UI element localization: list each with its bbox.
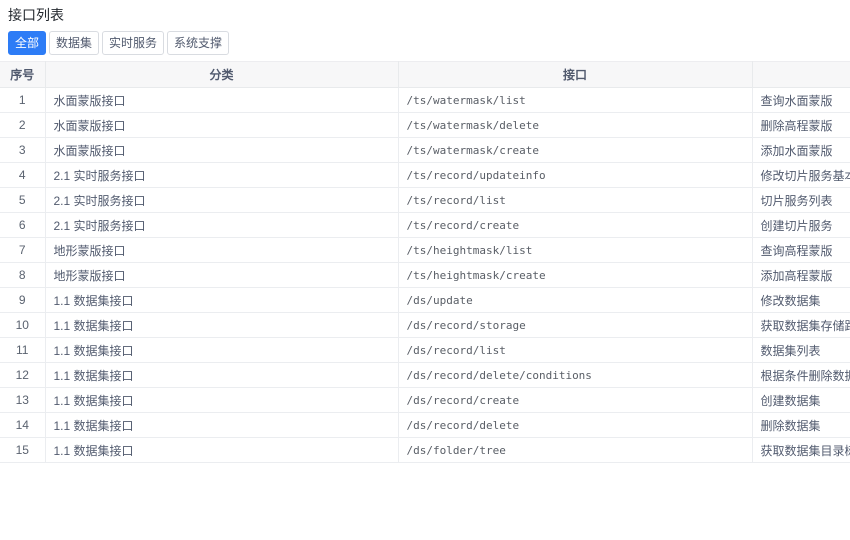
row-number-cell: 5 [0,188,45,213]
category-cell: 1.1 数据集接口 [45,313,398,338]
table-header-row: 序号分类接口 [0,62,850,88]
description-cell: 删除数据集 [752,413,850,438]
description-cell: 添加水面蒙版 [752,138,850,163]
path-cell: /ts/record/list [398,188,752,213]
category-cell: 2.1 实时服务接口 [45,213,398,238]
api-list-page: 接口列表 全部数据集实时服务系统支撑 序号分类接口 1水面蒙版接口/ts/wat… [0,0,850,540]
path-cell: /ts/heightmask/list [398,238,752,263]
description-cell: 切片服务列表 [752,188,850,213]
category-cell: 地形蒙版接口 [45,263,398,288]
description-cell: 修改数据集 [752,288,850,313]
row-number-cell: 3 [0,138,45,163]
row-number-cell: 8 [0,263,45,288]
category-cell: 1.1 数据集接口 [45,438,398,463]
path-cell: /ds/record/delete/conditions [398,363,752,388]
table-row: 151.1 数据集接口/ds/folder/tree获取数据集目录树 [0,438,850,463]
category-cell: 1.1 数据集接口 [45,413,398,438]
path-cell: /ds/record/create [398,388,752,413]
category-cell: 1.1 数据集接口 [45,288,398,313]
path-cell: /ds/record/delete [398,413,752,438]
category-cell: 水面蒙版接口 [45,138,398,163]
tab-bar: 全部数据集实时服务系统支撑 [8,31,229,55]
description-cell: 查询水面蒙版 [752,88,850,113]
path-cell: /ts/watermask/list [398,88,752,113]
path-cell: /ds/record/storage [398,313,752,338]
category-cell: 2.1 实时服务接口 [45,163,398,188]
path-cell: /ts/record/create [398,213,752,238]
table-row: 91.1 数据集接口/ds/update修改数据集 [0,288,850,313]
row-number-cell: 11 [0,338,45,363]
table-row: 52.1 实时服务接口/ts/record/list切片服务列表 [0,188,850,213]
table-row: 42.1 实时服务接口/ts/record/updateinfo修改切片服务基本… [0,163,850,188]
column-header-2: 接口 [398,62,752,88]
row-number-cell: 14 [0,413,45,438]
row-number-cell: 6 [0,213,45,238]
table-row: 7地形蒙版接口/ts/heightmask/list查询高程蒙版 [0,238,850,263]
tab-dataset[interactable]: 数据集 [49,31,99,55]
row-number-cell: 13 [0,388,45,413]
category-cell: 1.1 数据集接口 [45,363,398,388]
category-cell: 1.1 数据集接口 [45,388,398,413]
description-cell: 添加高程蒙版 [752,263,850,288]
tab-realtime[interactable]: 实时服务 [102,31,164,55]
description-cell: 根据条件删除数据集 [752,363,850,388]
tab-all[interactable]: 全部 [8,31,46,55]
category-cell: 水面蒙版接口 [45,88,398,113]
description-cell: 创建数据集 [752,388,850,413]
table-row: 1水面蒙版接口/ts/watermask/list查询水面蒙版 [0,88,850,113]
row-number-cell: 15 [0,438,45,463]
description-cell: 获取数据集存储路径 [752,313,850,338]
category-cell: 地形蒙版接口 [45,238,398,263]
path-cell: /ts/watermask/delete [398,113,752,138]
category-cell: 1.1 数据集接口 [45,338,398,363]
table-row: 8地形蒙版接口/ts/heightmask/create添加高程蒙版 [0,263,850,288]
page-title: 接口列表 [8,7,64,23]
path-cell: /ds/update [398,288,752,313]
description-cell: 修改切片服务基本信息 [752,163,850,188]
table-row: 111.1 数据集接口/ds/record/list数据集列表 [0,338,850,363]
table-row: 121.1 数据集接口/ds/record/delete/conditions根… [0,363,850,388]
category-cell: 2.1 实时服务接口 [45,188,398,213]
row-number-cell: 9 [0,288,45,313]
description-cell: 查询高程蒙版 [752,238,850,263]
row-number-cell: 1 [0,88,45,113]
description-cell: 获取数据集目录树 [752,438,850,463]
table-body: 1水面蒙版接口/ts/watermask/list查询水面蒙版2水面蒙版接口/t… [0,88,850,463]
table-row: 131.1 数据集接口/ds/record/create创建数据集 [0,388,850,413]
description-cell: 创建切片服务 [752,213,850,238]
column-header-1: 分类 [45,62,398,88]
path-cell: /ts/record/updateinfo [398,163,752,188]
path-cell: /ts/watermask/create [398,138,752,163]
description-cell: 删除高程蒙版 [752,113,850,138]
description-cell: 数据集列表 [752,338,850,363]
path-cell: /ds/folder/tree [398,438,752,463]
api-table-container: 序号分类接口 1水面蒙版接口/ts/watermask/list查询水面蒙版2水… [0,61,850,463]
path-cell: /ts/heightmask/create [398,263,752,288]
table-row: 62.1 实时服务接口/ts/record/create创建切片服务 [0,213,850,238]
category-cell: 水面蒙版接口 [45,113,398,138]
api-table: 序号分类接口 1水面蒙版接口/ts/watermask/list查询水面蒙版2水… [0,61,850,463]
table-row: 3水面蒙版接口/ts/watermask/create添加水面蒙版 [0,138,850,163]
row-number-cell: 10 [0,313,45,338]
row-number-cell: 2 [0,113,45,138]
path-cell: /ds/record/list [398,338,752,363]
table-row: 101.1 数据集接口/ds/record/storage获取数据集存储路径 [0,313,850,338]
table-row: 141.1 数据集接口/ds/record/delete删除数据集 [0,413,850,438]
row-number-cell: 7 [0,238,45,263]
row-number-cell: 12 [0,363,45,388]
row-number-cell: 4 [0,163,45,188]
table-row: 2水面蒙版接口/ts/watermask/delete删除高程蒙版 [0,113,850,138]
column-header-0: 序号 [0,62,45,88]
column-header-3 [752,62,850,88]
tab-system[interactable]: 系统支撑 [167,31,229,55]
